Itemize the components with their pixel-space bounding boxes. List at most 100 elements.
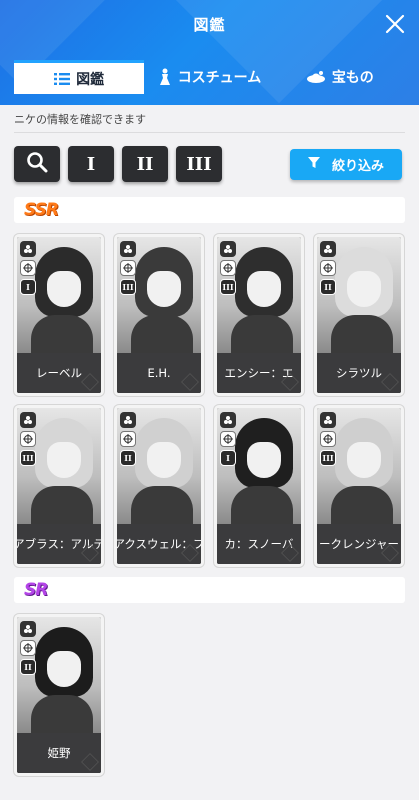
card-icons: III (20, 412, 36, 466)
burst-filter-label: III (186, 153, 212, 175)
element-icon (320, 412, 336, 428)
element-icon (320, 241, 336, 257)
character-name-bar: シラツル (317, 353, 401, 393)
portrait-face (347, 442, 381, 478)
character-card[interactable]: II シラツル (314, 234, 404, 396)
weapon-icon (220, 431, 236, 447)
character-name-bar: アクスウェル：フ (117, 524, 201, 564)
card-icons: I (20, 241, 36, 295)
portrait-face (247, 442, 281, 478)
burst-filter-1-button[interactable]: I (68, 146, 114, 182)
close-icon[interactable] (383, 12, 407, 36)
character-card[interactable]: III E.H. (114, 234, 204, 396)
character-name-bar: アブラス：アルテ (17, 524, 101, 564)
rarity-header-sr: SR (14, 577, 405, 603)
card-icons: II (20, 621, 36, 675)
tab-costume[interactable]: コスチューム (144, 60, 274, 94)
corner-decoration (81, 753, 99, 771)
portrait-face (147, 442, 181, 478)
tab-bar: 図鑑 コスチューム 宝もの (14, 60, 405, 94)
burst-filter-2-button[interactable]: II (122, 146, 168, 182)
portrait-face (47, 651, 81, 687)
list-icon (54, 72, 71, 86)
header: 図鑑 図鑑 コスチューム 宝もの (0, 0, 419, 105)
card-icons: II (120, 412, 136, 466)
burst-icon: II (320, 279, 336, 295)
burst-icon: I (20, 279, 36, 295)
character-name: 姫野 (47, 746, 71, 760)
tab-label: 図鑑 (76, 71, 105, 88)
rarity-header-ssr: SSR (14, 197, 405, 223)
burst-label: I (226, 453, 230, 463)
rarity-label: SR (24, 580, 48, 600)
element-icon (120, 412, 136, 428)
weapon-icon (120, 431, 136, 447)
character-card[interactable]: III アブラス：アルテ (14, 405, 104, 567)
element-icon (220, 412, 236, 428)
portrait-face (47, 442, 81, 478)
weapon-icon (120, 260, 136, 276)
tab-label: コスチューム (177, 70, 262, 86)
tab-treasure[interactable]: 宝もの (275, 60, 405, 94)
tab-encyclopedia[interactable]: 図鑑 (14, 60, 145, 94)
burst-label: II (124, 453, 132, 463)
filter-sort-label: 絞り込み (331, 159, 384, 174)
character-name-bar: エンシー：エ (217, 353, 301, 393)
corner-decoration (181, 373, 199, 391)
card-icons: III (320, 412, 336, 466)
character-name-bar: レーベル (17, 353, 101, 393)
portrait-face (247, 271, 281, 307)
burst-icon: II (120, 450, 136, 466)
tab-label: 宝もの (331, 70, 374, 86)
burst-label: III (222, 282, 234, 292)
element-icon (20, 621, 36, 637)
burst-icon: III (20, 450, 36, 466)
element-icon (220, 241, 236, 257)
funnel-icon (307, 156, 320, 173)
portrait-face (47, 271, 81, 307)
burst-label: III (122, 282, 134, 292)
burst-icon: II (20, 659, 36, 675)
costume-icon (158, 68, 172, 86)
burst-icon: III (120, 279, 136, 295)
corner-decoration (81, 373, 99, 391)
rarity-label: SSR (24, 200, 59, 220)
burst-icon: I (220, 450, 236, 466)
character-card[interactable]: II アクスウェル：フ (114, 405, 204, 567)
character-card[interactable]: II 姫野 (14, 614, 104, 776)
page-title: 図鑑 (193, 16, 226, 34)
corner-decoration (381, 373, 399, 391)
burst-label: III (22, 453, 34, 463)
character-name-bar: カ：スノーバ (217, 524, 301, 564)
filter-sort-button[interactable]: 絞り込み (290, 149, 402, 180)
character-name-bar: 姫野 (17, 733, 101, 773)
portrait-face (147, 271, 181, 307)
character-card[interactable]: III ークレンジャー (314, 405, 404, 567)
burst-label: I (26, 282, 30, 292)
card-icons: I (220, 412, 236, 466)
element-icon (20, 241, 36, 257)
search-icon (26, 151, 48, 177)
card-icons: III (120, 241, 136, 295)
character-name-bar: ークレンジャー (317, 524, 401, 564)
weapon-icon (320, 431, 336, 447)
burst-filter-3-button[interactable]: III (176, 146, 222, 182)
card-icons: II (320, 241, 336, 295)
burst-icon: III (220, 279, 236, 295)
weapon-icon (220, 260, 236, 276)
character-card[interactable]: III エンシー：エ (214, 234, 304, 396)
character-name: レーベル (36, 366, 82, 380)
treasure-icon (306, 70, 326, 84)
burst-label: II (324, 282, 332, 292)
character-card[interactable]: I レーベル (14, 234, 104, 396)
character-card[interactable]: I カ：スノーバ (214, 405, 304, 567)
character-name: E.H. (147, 366, 171, 380)
burst-label: II (24, 662, 32, 672)
burst-filter-label: II (136, 153, 154, 175)
search-button[interactable] (14, 146, 60, 182)
weapon-icon (20, 640, 36, 656)
weapon-icon (20, 431, 36, 447)
card-icons: III (220, 241, 236, 295)
burst-label: III (322, 453, 334, 463)
description-text: ニケの情報を確認できます (14, 113, 146, 126)
